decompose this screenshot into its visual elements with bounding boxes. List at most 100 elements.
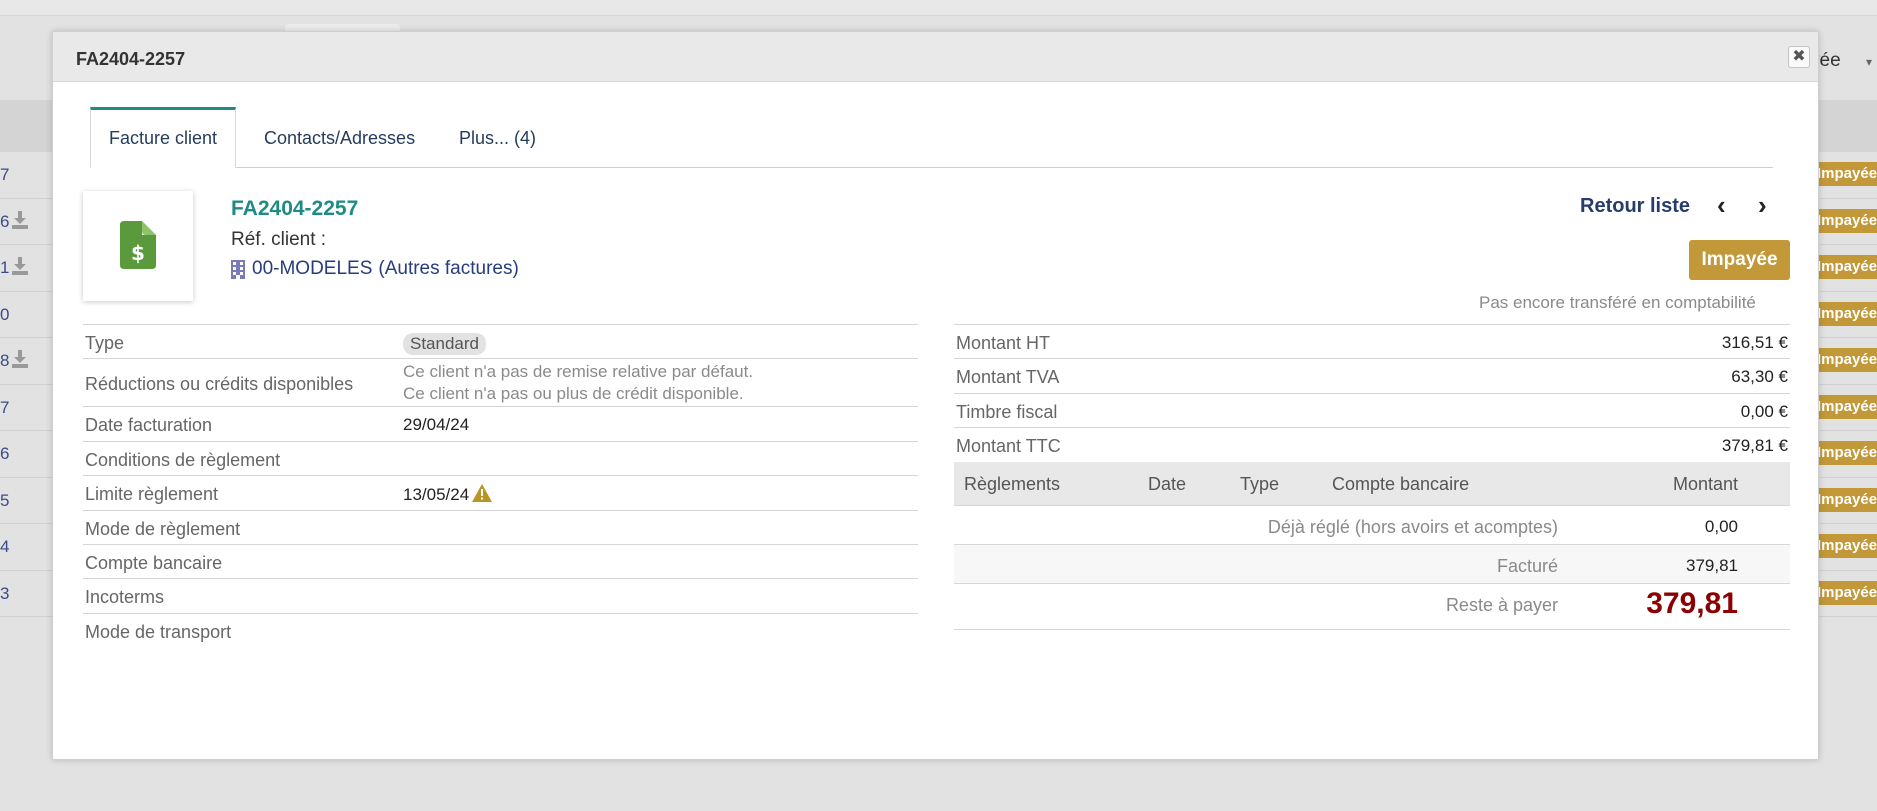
invoice-modal: FA2404-2257 ✖ Facture client Contacts/Ad… [52,31,1819,760]
background-row-ref[interactable]: 5 [0,491,9,511]
payments-header: Règlements Date Type Compte bancaire Mon… [954,462,1790,506]
thirdparty-line: 00-MODELES (Autres factures) [231,258,519,280]
field-row-limit: Limite règlement 13/05/24 [83,476,918,511]
amount-label: Montant TTC [956,436,1061,457]
background-row-ref[interactable]: 7 [0,398,9,418]
background-topbar [0,0,1877,16]
download-icon[interactable] [12,257,28,275]
amount-row: Montant TTC 379,81 € [954,428,1790,463]
background-status-badge: Impayée [1815,580,1877,605]
background-status-badge: Impayée [1815,534,1877,558]
background-status-badge: Impayée [1815,208,1877,233]
payments-col-bank: Compte bancaire [1332,474,1470,494]
document-thumbnail: $ [83,191,193,301]
warning-icon [472,484,493,503]
field-row-discounts: Réductions ou crédits disponibles Ce cli… [83,359,918,408]
field-label: Réductions ou crédits disponibles [85,374,354,395]
field-value: 29/04/24 [403,415,470,435]
amount-value: 316,51 € [1721,333,1788,352]
invoice-dollar-icon: $ [120,221,156,269]
close-icon[interactable]: ✖ [1788,46,1810,68]
remaining-label: Reste à payer [1445,595,1558,615]
back-to-list-link[interactable]: Retour liste [1580,195,1690,218]
background-row-ref[interactable]: 0 [0,305,9,325]
field-label: Mode de règlement [85,518,241,539]
remaining-row: Reste à payer 379,81 [954,584,1790,630]
already-paid-value: 0,00 [1704,517,1738,536]
amount-value: 0,00 € [1740,401,1788,421]
background-row-ref[interactable]: 7 [0,165,9,185]
invoiced-value: 379,81 [1686,556,1738,575]
amounts-table: Montant HT 316,51 € Montant TVA 63,30 € … [954,324,1790,463]
field-row-incoterms: Incoterms [83,579,918,614]
field-row-bank: Compte bancaire [83,545,918,580]
remaining-value: 379,81 [1646,587,1738,620]
type-pill: Standard [403,333,486,355]
field-label: Incoterms [85,587,165,608]
field-row-transport: Mode de transport [83,614,918,648]
modal-title: FA2404-2257 [76,49,186,69]
amount-row: Montant TVA 63,30 € [954,359,1790,394]
tab-facture-client[interactable]: Facture client [90,107,237,168]
modal-title-bar: FA2404-2257 ✖ [53,32,1818,82]
chevron-right-icon[interactable]: › [1758,190,1767,221]
other-invoices-link[interactable]: (Autres factures) [378,258,518,280]
download-icon[interactable] [12,210,28,229]
svg-text:$: $ [131,241,145,265]
field-label: Compte bancaire [85,552,223,573]
background-status-badge: Impayée [1815,441,1877,465]
building-icon [231,259,245,279]
limit-date: 13/05/24 [403,485,470,505]
field-row-conditions: Conditions de règlement [83,442,918,477]
customer-ref-label: Réf. client : [231,229,327,250]
already-paid-label: Déjà réglé (hors avoirs et acomptes) [1267,517,1558,537]
invoiced-label: Facturé [1496,556,1558,576]
credit-note: Ce client n'a pas ou plus de crédit disp… [403,384,744,404]
background-row-ref[interactable]: 6 [0,444,9,464]
background-row-ref[interactable]: 8 [0,351,9,371]
background-status-badge: Impayée [1815,255,1877,279]
amount-row: Montant HT 316,51 € [954,325,1790,360]
field-row-mode: Mode de règlement [83,511,918,545]
chevron-left-icon[interactable]: ‹ [1717,190,1726,221]
payments-col-amount: Montant [1672,474,1738,494]
background-row-ref[interactable]: 4 [0,537,9,557]
field-label: Conditions de règlement [85,449,281,470]
amount-value: 379,81 € [1721,436,1788,456]
tab-plus[interactable]: Plus... (4) [441,107,554,168]
field-value: Standard [403,333,486,355]
tab-contacts-adresses[interactable]: Contacts/Adresses [246,107,433,168]
field-label: Date facturation [85,415,213,436]
invoice-ref: FA2404-2257 [231,197,359,220]
payments-col-date: Date [1148,474,1187,494]
already-paid-row: Déjà réglé (hors avoirs et acomptes) 0,0… [954,506,1790,545]
background-status-badge: Impayée [1815,348,1877,372]
field-label: Mode de transport [85,621,232,642]
background-row-ref[interactable]: 1 [0,258,9,278]
background-status-badge: Impayée [1815,162,1877,186]
field-value: Ce client n'a pas de remise relative par… [403,361,753,405]
discount-note: Ce client n'a pas de remise relative par… [403,362,754,382]
accounting-status: Pas encore transféré en comptabilité [1479,293,1756,312]
field-label: Limite règlement [85,484,219,505]
field-row-date: Date facturation 29/04/24 [83,407,918,442]
background-status-badge: Impayée [1815,394,1877,419]
amount-label: Montant TVA [956,367,1060,388]
payments-table: Règlements Date Type Compte bancaire Mon… [954,462,1790,630]
background-row-ref[interactable]: 6 [0,212,9,232]
field-row-type: Type Standard [83,325,918,360]
amount-row: Timbre fiscal 0,00 € [954,394,1790,429]
background-row-ref[interactable]: 3 [0,584,9,604]
status-badge: Impayée [1689,240,1790,280]
download-icon[interactable] [12,350,28,368]
amount-label: Montant HT [956,333,1051,353]
amount-label: Timbre fiscal [956,401,1058,422]
field-value: 13/05/24 [403,484,493,505]
thirdparty-link[interactable]: 00-MODELES [252,258,372,280]
background-status-badge: Impayée [1815,301,1877,326]
chevron-down-icon[interactable]: ▾ [1866,55,1872,69]
background-status-badge: Impayée [1815,487,1877,512]
field-label: Type [85,333,125,353]
invoiced-row: Facturé 379,81 [954,545,1790,584]
payments-col-reglements: Règlements [964,474,1061,494]
